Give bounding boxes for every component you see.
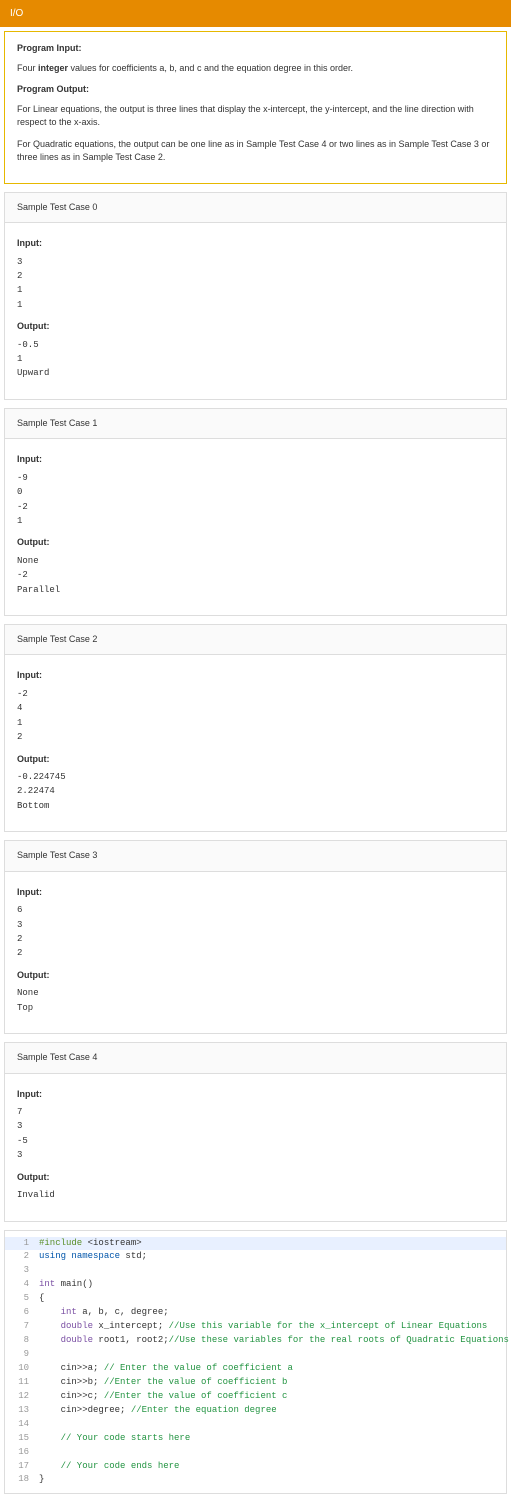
- program-output-text-1: For Linear equations, the output is thre…: [17, 103, 494, 130]
- io-header: I/O: [0, 0, 511, 27]
- line-number: 10: [11, 1362, 29, 1376]
- code-text: cin>>c; //Enter the value of coefficient…: [39, 1390, 287, 1404]
- line-number: 3: [11, 1264, 29, 1278]
- sample-title-3[interactable]: Sample Test Case 3: [4, 840, 507, 872]
- input-value: -9 0 -2 1: [17, 471, 494, 529]
- code-line[interactable]: 6 int a, b, c, degree;: [5, 1306, 506, 1320]
- line-number: 9: [11, 1348, 29, 1362]
- program-output-heading: Program Output:: [17, 83, 494, 97]
- code-text: int a, b, c, degree;: [39, 1306, 169, 1320]
- code-text: cin>>degree; //Enter the equation degree: [39, 1404, 277, 1418]
- code-text: #include <iostream>: [39, 1237, 142, 1251]
- code-text: double root1, root2;//Use these variable…: [39, 1334, 509, 1348]
- code-editor[interactable]: 1 #include <iostream> 2 using namespace std…: [4, 1230, 507, 1495]
- input-label: Input:: [17, 1088, 494, 1102]
- code-line[interactable]: 2 using namespace std;: [5, 1250, 506, 1264]
- code-text: {: [39, 1292, 44, 1306]
- code-text: cin>>b; //Enter the value of coefficient…: [39, 1376, 287, 1390]
- input-value: 6 3 2 2: [17, 903, 494, 961]
- line-number: 5: [11, 1292, 29, 1306]
- sample-body-1: Input: -9 0 -2 1 Output: None -2 Parallel: [4, 439, 507, 616]
- io-title: I/O: [10, 8, 23, 19]
- sample-body-0: Input: 3 2 1 1 Output: -0.5 1 Upward: [4, 223, 507, 400]
- description-box: Program Input: Four integer values for c…: [4, 31, 507, 184]
- output-label: Output:: [17, 1171, 494, 1185]
- input-label: Input:: [17, 886, 494, 900]
- code-line[interactable]: 13 cin>>degree; //Enter the equation deg…: [5, 1404, 506, 1418]
- line-number: 7: [11, 1320, 29, 1334]
- sample-title-0[interactable]: Sample Test Case 0: [4, 192, 507, 224]
- line-number: 11: [11, 1376, 29, 1390]
- p1-post: values for coefficients a, b, and c and …: [68, 63, 353, 73]
- output-value: -0.5 1 Upward: [17, 338, 494, 381]
- output-value: None Top: [17, 986, 494, 1015]
- sample-title-4[interactable]: Sample Test Case 4: [4, 1042, 507, 1074]
- sample-title-1[interactable]: Sample Test Case 1: [4, 408, 507, 440]
- sample-body-3: Input: 6 3 2 2 Output: None Top: [4, 872, 507, 1034]
- output-label: Output:: [17, 536, 494, 550]
- code-line[interactable]: 11 cin>>b; //Enter the value of coeffici…: [5, 1376, 506, 1390]
- code-line[interactable]: 3: [5, 1264, 506, 1278]
- code-line[interactable]: 9: [5, 1348, 506, 1362]
- line-number: 15: [11, 1432, 29, 1446]
- input-value: 7 3 -5 3: [17, 1105, 494, 1163]
- line-number: 18: [11, 1473, 29, 1487]
- code-line[interactable]: 8 double root1, root2;//Use these variab…: [5, 1334, 506, 1348]
- code-line[interactable]: 10 cin>>a; // Enter the value of coeffic…: [5, 1362, 506, 1376]
- output-value: Invalid: [17, 1188, 494, 1202]
- code-text: cin>>a; // Enter the value of coefficien…: [39, 1362, 293, 1376]
- output-label: Output:: [17, 753, 494, 767]
- sample-body-4: Input: 7 3 -5 3 Output: Invalid: [4, 1074, 507, 1222]
- code-text: double x_intercept; //Use this variable …: [39, 1320, 487, 1334]
- code-line[interactable]: 4 int main(): [5, 1278, 506, 1292]
- line-number: 17: [11, 1460, 29, 1474]
- code-text: }: [39, 1473, 44, 1487]
- input-value: 3 2 1 1: [17, 255, 494, 313]
- sample-body-2: Input: -2 4 1 2 Output: -0.224745 2.22474 B…: [4, 655, 507, 832]
- output-label: Output:: [17, 320, 494, 334]
- output-value: None -2 Parallel: [17, 554, 494, 597]
- program-input-text: Four integer values for coefficients a, …: [17, 62, 494, 76]
- code-line[interactable]: 18}: [5, 1473, 506, 1487]
- input-value: -2 4 1 2: [17, 687, 494, 745]
- program-input-heading: Program Input:: [17, 42, 494, 56]
- p1-bold: integer: [38, 63, 68, 73]
- code-line[interactable]: 16: [5, 1446, 506, 1460]
- code-text: // Your code starts here: [39, 1432, 190, 1446]
- code-line[interactable]: 12 cin>>c; //Enter the value of coeffici…: [5, 1390, 506, 1404]
- line-number: 4: [11, 1278, 29, 1292]
- code-line[interactable]: 1 #include <iostream>: [5, 1237, 506, 1251]
- line-number: 2: [11, 1250, 29, 1264]
- code-line[interactable]: 5{: [5, 1292, 506, 1306]
- code-line[interactable]: 15 // Your code starts here: [5, 1432, 506, 1446]
- line-number: 14: [11, 1418, 29, 1432]
- line-number: 13: [11, 1404, 29, 1418]
- input-label: Input:: [17, 453, 494, 467]
- code-text: using namespace std;: [39, 1250, 147, 1264]
- code-text: int main(): [39, 1278, 93, 1292]
- line-number: 16: [11, 1446, 29, 1460]
- program-output-text-2: For Quadratic equations, the output can …: [17, 138, 494, 165]
- code-text: // Your code ends here: [39, 1460, 179, 1474]
- p1-pre: Four: [17, 63, 38, 73]
- output-value: -0.224745 2.22474 Bottom: [17, 770, 494, 813]
- line-number: 12: [11, 1390, 29, 1404]
- output-label: Output:: [17, 969, 494, 983]
- input-label: Input:: [17, 237, 494, 251]
- code-line[interactable]: 7 double x_intercept; //Use this variabl…: [5, 1320, 506, 1334]
- input-label: Input:: [17, 669, 494, 683]
- code-line[interactable]: 17 // Your code ends here: [5, 1460, 506, 1474]
- line-number: 6: [11, 1306, 29, 1320]
- sample-title-2[interactable]: Sample Test Case 2: [4, 624, 507, 656]
- code-line[interactable]: 14: [5, 1418, 506, 1432]
- line-number: 1: [11, 1237, 29, 1251]
- line-number: 8: [11, 1334, 29, 1348]
